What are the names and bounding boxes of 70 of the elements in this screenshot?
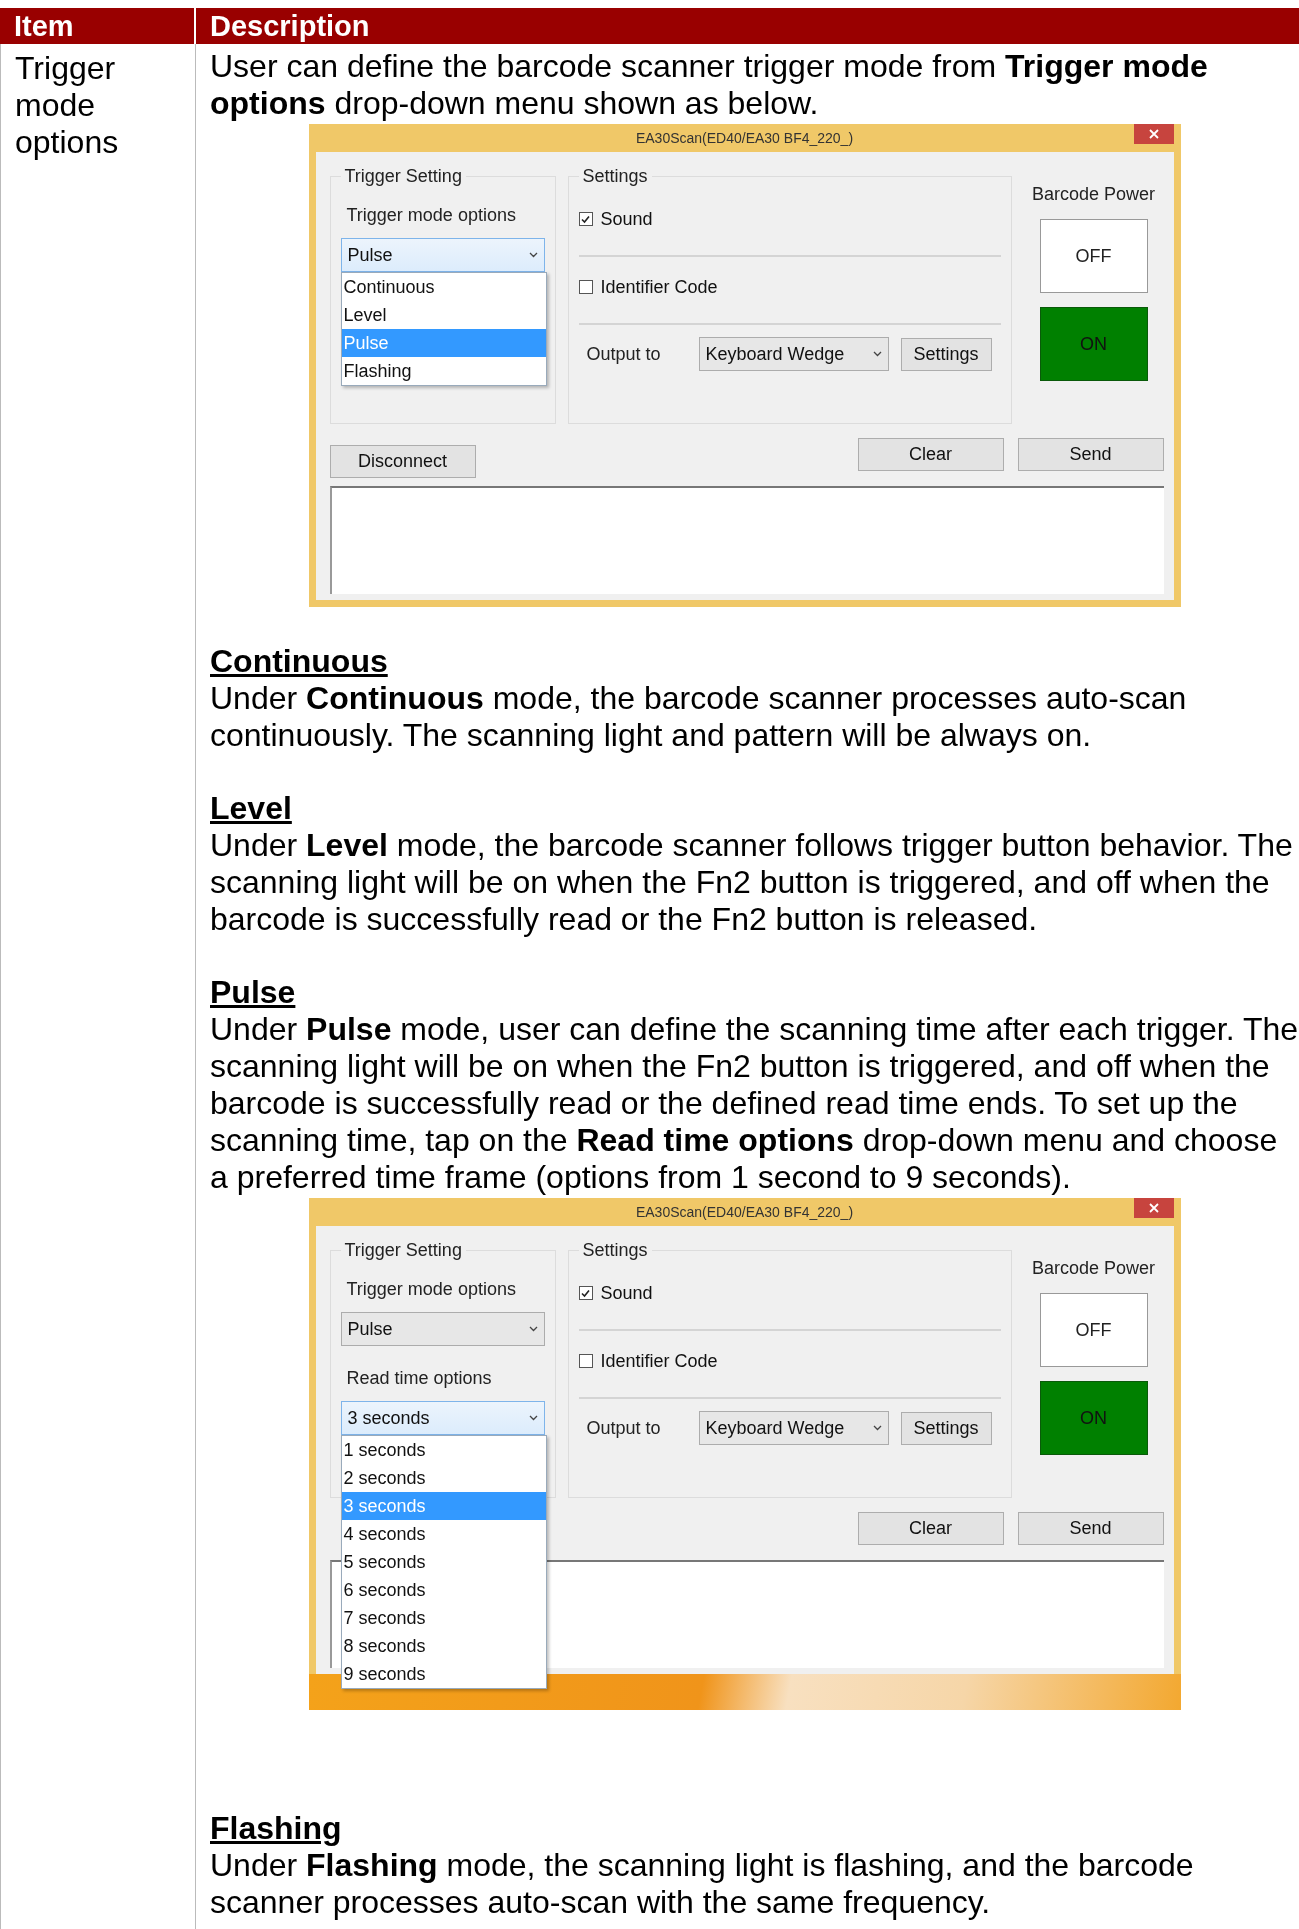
settings-button[interactable]: Settings [900,337,992,371]
caret-icon [528,252,538,258]
group-title: Settings [581,166,649,187]
item-name: Trigger mode options [15,50,120,161]
dropdown-option[interactable]: 8 seconds [341,1632,546,1660]
checkbox[interactable] [578,280,593,294]
output-box[interactable] [329,486,1164,594]
action-button[interactable]: Clear [857,1512,1004,1545]
paragraph: Under Flashing mode, the scanning light is flashing, and the barcode scanner processes auto-scan with the same frequency. [210,1847,1195,1921]
field-label: Trigger mode options [346,1279,517,1300]
dropdown-option[interactable]: 2 seconds [341,1464,546,1492]
column-header: Item [0,8,196,44]
checkbox[interactable] [578,1354,593,1368]
power-button[interactable]: OFF [1039,1293,1148,1367]
field-label: Read time options [346,1368,493,1389]
close-icon [1148,1203,1159,1213]
settings-button[interactable]: Settings [900,1411,992,1445]
action-button[interactable]: Send [1017,1512,1164,1545]
dropdown[interactable]: Pulse [340,238,545,272]
paragraph: Under Level mode, the barcode scanner follows trigger button behavior. The scanning light will be on when the Fn2 button is triggered, and off when the barcode is successfully read or the Fn2 button is released. [210,827,1294,938]
dropdown-option[interactable]: Flashing [341,357,546,385]
dropdown-option[interactable]: 6 seconds [341,1576,546,1604]
dropdown-option[interactable]: 9 seconds [341,1660,546,1688]
action-button[interactable]: Send [1017,438,1164,471]
checkbox-label: Identifier Code [600,276,718,298]
dropdown[interactable]: 3 seconds [340,1401,545,1435]
paragraph: User can define the barcode scanner trigger mode from Trigger mode options drop-down menu shown as below. [210,48,1209,122]
close-icon [1148,129,1159,139]
section-heading: Flashing [210,1810,343,1847]
group-title: Barcode Power [1031,184,1156,205]
dropdown[interactable]: Keyboard Wedge [698,337,889,371]
disconnect-button[interactable]: Disconnect [329,445,476,478]
group-title: Settings [581,1240,649,1261]
section-heading: Level [210,790,293,827]
power-button[interactable]: ON [1039,1381,1148,1455]
group-title: Trigger Setting [343,1240,463,1261]
dropdown-option[interactable]: 1 seconds [341,1436,546,1464]
caret-icon [872,351,882,357]
group-title: Trigger Setting [343,166,463,187]
close-button[interactable] [1133,1198,1174,1218]
action-button[interactable]: Clear [857,438,1004,471]
dropdown-option[interactable]: 7 seconds [341,1604,546,1632]
dropdown-option[interactable]: 5 seconds [341,1548,546,1576]
close-button[interactable] [1133,124,1174,144]
section-heading: Pulse [210,974,297,1011]
paragraph: Under Continuous mode, the barcode scanner processes auto-scan continuously. The scanning light and pattern will be always on. [210,680,1188,754]
section-heading: Continuous [210,643,389,680]
dropdown[interactable]: Keyboard Wedge [698,1411,889,1445]
dropdown-option[interactable]: Continuous [341,273,546,301]
field-label: Trigger mode options [346,205,517,226]
dropdown[interactable]: Pulse [340,1312,545,1346]
checkbox-label: Identifier Code [600,1350,718,1372]
checkbox[interactable] [578,212,593,226]
caret-icon [528,1415,538,1421]
caret-icon [528,1326,538,1332]
window-title: EA30Scan(ED40/EA30 BF4_220_) [635,1204,854,1220]
column-header: Description [209,9,371,44]
field-label: Output to [586,343,662,365]
checkbox[interactable] [578,1286,593,1300]
checkbox-label: Sound [600,208,653,230]
caret-icon [872,1425,882,1431]
checkbox-label: Sound [600,1282,653,1304]
group-title: Barcode Power [1031,1258,1156,1279]
power-button[interactable]: OFF [1039,219,1148,293]
dropdown-option[interactable]: 4 seconds [341,1520,546,1548]
field-label: Output to [586,1417,662,1439]
dropdown-option[interactable]: Level [341,301,546,329]
window-title: EA30Scan(ED40/EA30 BF4_220_) [635,130,854,146]
power-button[interactable]: ON [1039,307,1148,381]
paragraph: Under Pulse mode, user can define the scanning time after each trigger. The scanning light will be on when the Fn2 button is triggered, and off when the barcode is successfully read or the defined read time ends. To set up the scanning time, tap on the Read time options drop-down menu and choose a preferred time frame (options from 1 second to 9 seconds). [210,1011,1299,1196]
